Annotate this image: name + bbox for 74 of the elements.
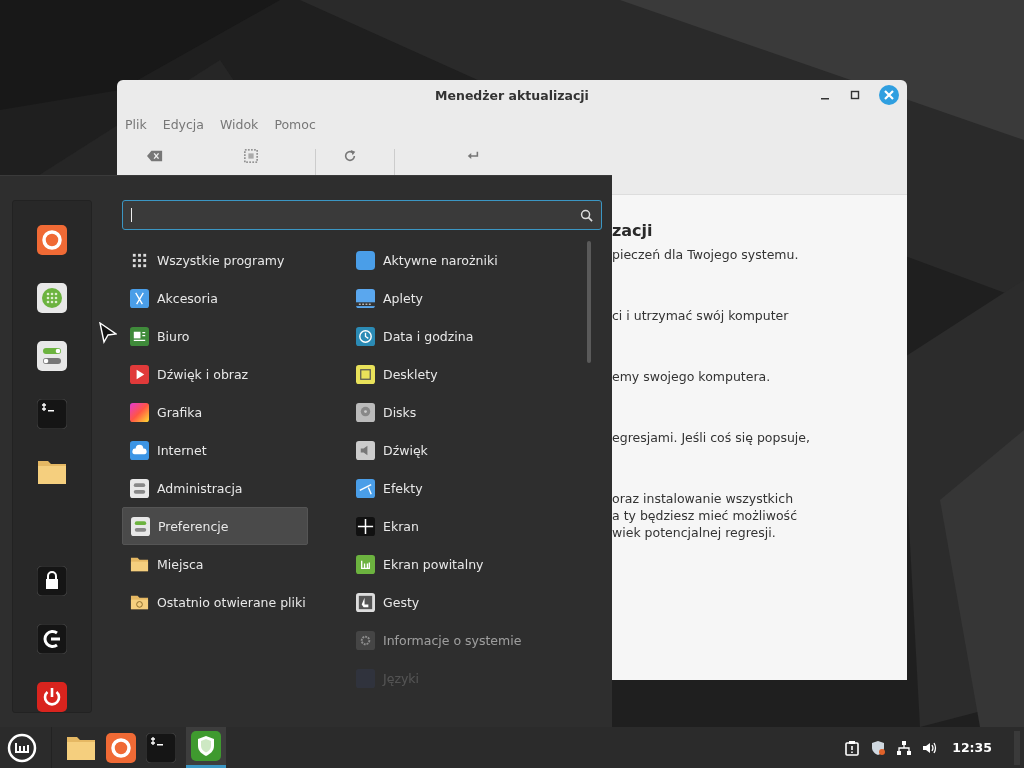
close-icon[interactable] <box>879 85 899 105</box>
note-icon <box>356 364 375 384</box>
clock[interactable]: 12:35 <box>952 740 992 755</box>
description-text: ci i utrzymać swój komputer <box>612 307 789 324</box>
cloud-icon <box>130 440 149 460</box>
search-icon <box>580 208 593 222</box>
app-item[interactable]: Informacje o systemie <box>348 621 578 659</box>
app-item[interactable]: Data i godzina <box>348 317 578 355</box>
play-icon <box>130 364 149 384</box>
shield-icon <box>191 731 221 761</box>
category-item[interactable]: Akcesoria <box>122 279 308 317</box>
window-title: Menedżer aktualizacji <box>435 87 589 103</box>
app-item[interactable]: Ekran powitalny <box>348 545 578 583</box>
menu-item[interactable]: Widok <box>220 117 259 132</box>
description-text: pieczeń dla Twojego systemu. <box>612 246 799 263</box>
description-text: oraz instalowanie wszystkich <box>612 490 794 507</box>
gear-icon <box>356 630 375 650</box>
power-icon[interactable] <box>37 682 67 712</box>
lock-icon[interactable] <box>37 566 67 596</box>
category-item[interactable]: Ostatnio otwierane pliki <box>122 583 308 621</box>
description-text: wiek potencjalnej regresji. <box>612 524 776 541</box>
clock-icon <box>356 326 375 346</box>
search-field[interactable] <box>122 200 602 230</box>
rounded-square-icon <box>356 250 375 270</box>
menu-item[interactable]: Plik <box>125 117 147 132</box>
app-item[interactable]: Aplety <box>348 279 578 317</box>
network-icon[interactable] <box>896 739 913 756</box>
software-grid-icon[interactable] <box>37 283 67 313</box>
clipboard-icon[interactable] <box>844 739 861 756</box>
scrollbar-thumb[interactable] <box>587 241 591 363</box>
app-item[interactable]: Desklety <box>348 355 578 393</box>
category-item[interactable]: Miejsca <box>122 545 308 583</box>
mint-logo-icon[interactable] <box>7 732 37 763</box>
category-item[interactable]: Wszystkie programy <box>122 241 308 279</box>
select-all-icon[interactable] <box>243 149 259 163</box>
wand-icon <box>356 478 375 498</box>
refresh-icon[interactable] <box>342 149 358 163</box>
clear-icon[interactable] <box>147 149 163 163</box>
app-item[interactable]: Ekran <box>348 507 578 545</box>
toggle-switches-icon <box>130 478 149 498</box>
app-item[interactable]: Aktywne narożniki <box>348 241 578 279</box>
app-item[interactable]: Gesty <box>348 583 578 621</box>
crosshair-icon <box>356 516 375 536</box>
category-item[interactable]: Biuro <box>122 317 308 355</box>
terminal-icon[interactable] <box>146 732 176 763</box>
category-item[interactable]: Preferencje <box>122 507 308 545</box>
color-square-icon <box>130 402 149 422</box>
category-item[interactable]: Dźwięk i obraz <box>122 355 308 393</box>
app-item[interactable]: Dźwięk <box>348 431 578 469</box>
heading: zacji <box>612 221 653 240</box>
description-text: egresjami. Jeśli coś się popsuje, <box>612 429 810 446</box>
menu-item[interactable]: Edycja <box>162 117 204 132</box>
browser-icon[interactable] <box>106 732 136 763</box>
toggle-switches-icon[interactable] <box>37 341 67 371</box>
mint-logo-icon <box>356 554 375 574</box>
category-item[interactable]: Grafika <box>122 393 308 431</box>
speaker-icon <box>356 440 375 460</box>
active-window-button[interactable] <box>186 727 226 768</box>
category-item[interactable]: Administracja <box>122 469 308 507</box>
description-text: a ty będziesz mieć możliwość <box>612 507 797 524</box>
category-item[interactable]: Internet <box>122 431 308 469</box>
shield-icon[interactable] <box>870 739 887 756</box>
app-item[interactable]: Disks <box>348 393 578 431</box>
toggle-switches-icon <box>131 516 150 536</box>
document-icon <box>130 326 149 346</box>
maximize-icon[interactable] <box>849 89 861 101</box>
panel-icon <box>356 288 375 308</box>
description-text: emy swojego komputera. <box>612 368 771 385</box>
app-item[interactable]: Efekty <box>348 469 578 507</box>
logout-icon[interactable] <box>37 624 67 654</box>
menu-item[interactable]: Pomoc <box>274 117 316 132</box>
terminal-icon[interactable] <box>37 399 67 429</box>
browser-icon[interactable] <box>37 225 67 255</box>
mouse-pointer-icon <box>99 322 117 344</box>
